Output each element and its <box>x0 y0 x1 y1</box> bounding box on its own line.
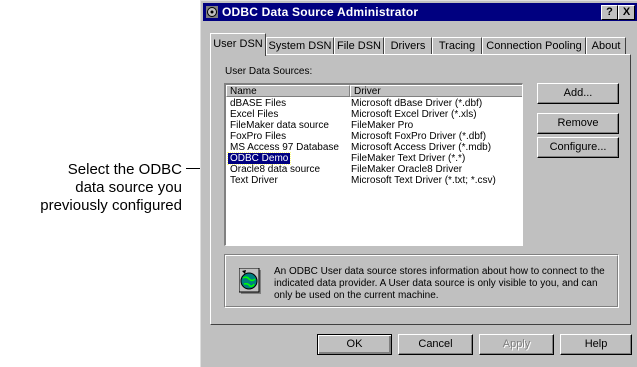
row-driver: FileMaker Oracle8 Driver <box>351 164 463 175</box>
apply-button[interactable]: Apply <box>479 334 554 355</box>
remove-button[interactable]: Remove <box>537 113 619 134</box>
help-button[interactable]: Help <box>560 334 632 355</box>
column-header-driver[interactable]: Driver <box>350 85 522 97</box>
data-sources-list[interactable]: Name Driver dBASE Files Microsoft dBase … <box>224 83 523 246</box>
list-item[interactable]: MS Access 97 Database Microsoft Access D… <box>226 142 522 153</box>
tab-drivers[interactable]: Drivers <box>384 37 432 54</box>
close-title-button[interactable]: X <box>618 5 635 20</box>
callout-line: Select the ODBC <box>67 161 182 178</box>
list-item[interactable]: dBASE Files Microsoft dBase Driver (*.db… <box>226 98 522 109</box>
help-title-button[interactable]: ? <box>601 5 618 20</box>
tab-system-dsn[interactable]: System DSN <box>266 37 334 54</box>
info-box: An ODBC User data source stores informat… <box>224 254 619 308</box>
list-item-selected[interactable]: ODBC Demo FileMaker Text Driver (*.*) <box>226 152 522 165</box>
row-driver: FileMaker Pro <box>351 120 414 131</box>
row-name: Text Driver <box>230 175 278 186</box>
row-name: Oracle8 data source <box>230 164 321 175</box>
window-title: ODBC Data Source Administrator <box>222 5 419 19</box>
list-item[interactable]: Oracle8 data source FileMaker Oracle8 Dr… <box>226 164 522 175</box>
cancel-button[interactable]: Cancel <box>398 334 473 355</box>
globe-info-icon <box>239 268 261 294</box>
row-driver: Microsoft Excel Driver (*.xls) <box>351 109 477 120</box>
tab-tracing[interactable]: Tracing <box>432 37 482 54</box>
row-driver: Microsoft FoxPro Driver (*.dbf) <box>351 131 487 142</box>
row-name: MS Access 97 Database <box>230 142 339 153</box>
user-data-sources-label: User Data Sources: <box>225 66 313 77</box>
row-driver: FileMaker Text Driver (*.*) <box>351 153 466 164</box>
user-dsn-panel: User Data Sources: Name Driver dBASE Fil… <box>210 54 631 325</box>
configure-button[interactable]: Configure... <box>537 137 619 158</box>
add-button[interactable]: Add... <box>537 83 619 104</box>
tab-user-dsn[interactable]: User DSN <box>210 33 266 56</box>
row-driver: Microsoft dBase Driver (*.dbf) <box>351 98 483 109</box>
row-name: FoxPro Files <box>230 131 287 142</box>
column-header-name[interactable]: Name <box>226 85 350 97</box>
list-item[interactable]: FileMaker data source FileMaker Pro <box>226 120 522 131</box>
tab-connection-pooling[interactable]: Connection Pooling <box>482 37 586 54</box>
callout-line: previously configured <box>40 197 182 214</box>
row-driver: Microsoft Access Driver (*.mdb) <box>351 142 492 153</box>
callout-line: data source you <box>75 179 182 196</box>
tab-file-dsn[interactable]: File DSN <box>334 37 384 54</box>
row-name: ODBC Demo <box>226 152 292 165</box>
title-bar[interactable]: ODBC Data Source Administrator ? X <box>203 3 637 21</box>
callout-annotation: Select the ODBC data source you previous… <box>0 161 182 215</box>
list-item[interactable]: Text Driver Microsoft Text Driver (*.txt… <box>226 175 522 186</box>
tab-about[interactable]: About <box>586 37 626 54</box>
ok-button[interactable]: OK <box>317 334 392 355</box>
row-driver: Microsoft Text Driver (*.txt; *.csv) <box>351 175 496 186</box>
list-item[interactable]: Excel Files Microsoft Excel Driver (*.xl… <box>226 109 522 120</box>
info-description: An ODBC User data source stores informat… <box>274 266 605 301</box>
odbc-admin-icon <box>206 6 218 18</box>
odbc-admin-window: ODBC Data Source Administrator ? X User … <box>200 0 637 367</box>
row-name: dBASE Files <box>230 98 287 109</box>
list-item[interactable]: FoxPro Files Microsoft FoxPro Driver (*.… <box>226 131 522 142</box>
row-name: FileMaker data source <box>230 120 329 131</box>
row-name: Excel Files <box>230 109 279 120</box>
